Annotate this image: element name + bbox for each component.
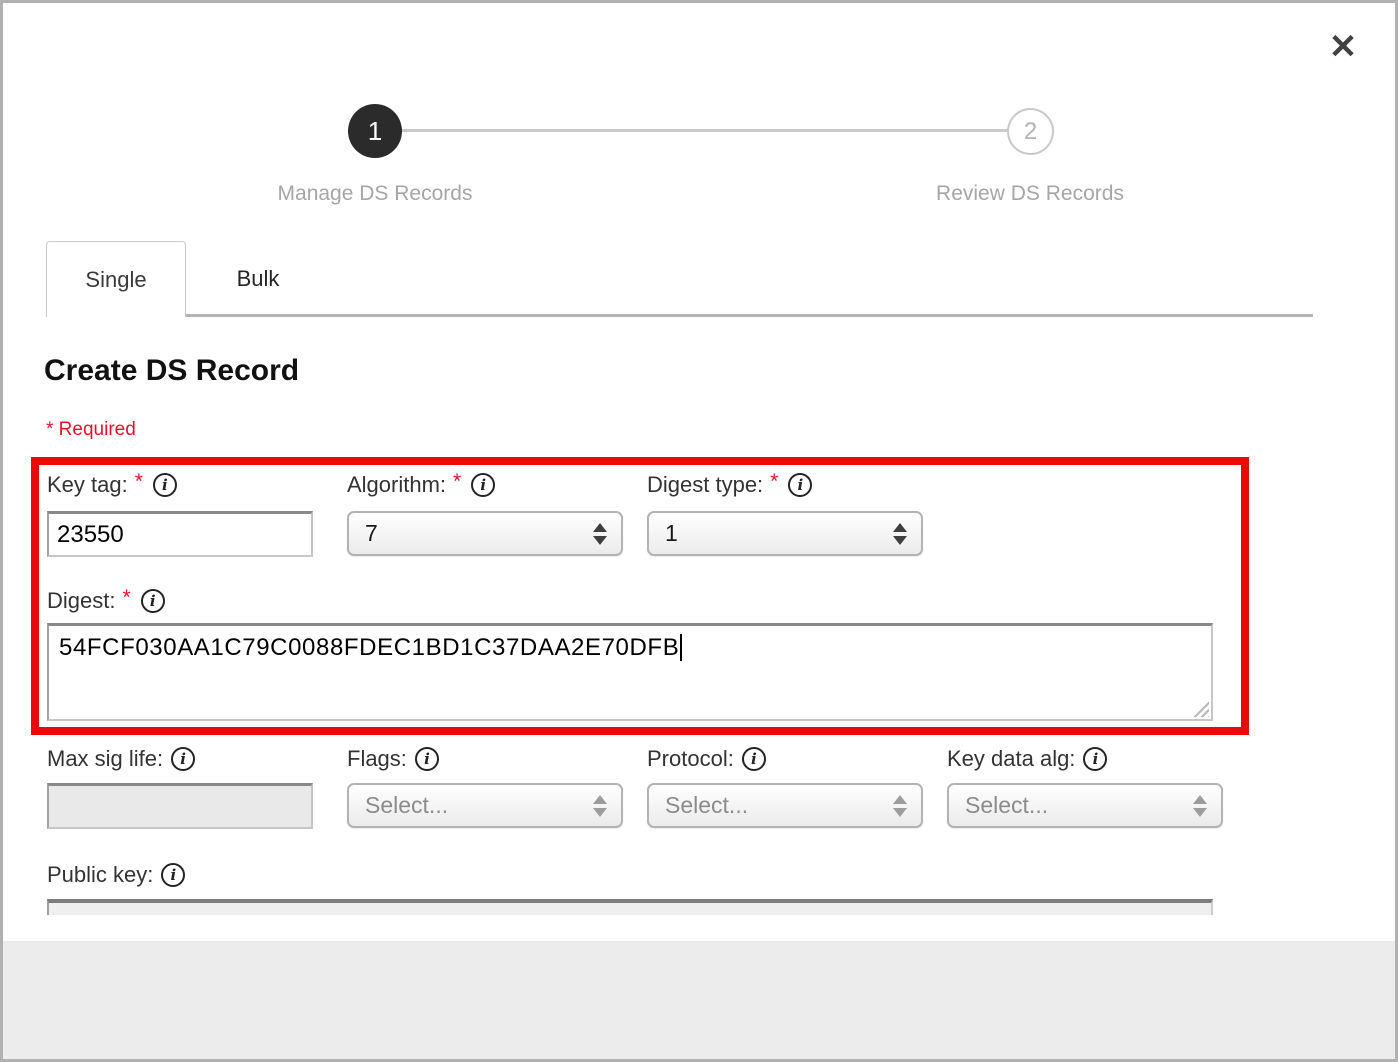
flags-label-text: Flags: [347, 746, 407, 772]
digest-value: 54FCF030AA1C79C0088FDEC1BD1C37DAA2E70DFB [59, 634, 679, 661]
text-cursor [680, 634, 682, 661]
key-data-alg-label: Key data alg: i [947, 745, 1107, 773]
page-title: Create DS Record [44, 354, 299, 388]
step-2-indicator: 2 [1007, 108, 1054, 155]
dialog-footer: Cancel Back Next [3, 941, 1395, 1062]
key-tag-input[interactable] [47, 511, 313, 557]
flags-select-value: Select... [365, 792, 448, 819]
resize-grip-icon[interactable] [1192, 700, 1209, 717]
stepper-connector-line [401, 129, 1009, 132]
digest-type-label-text: Digest type: [647, 472, 763, 498]
required-note: * Required [46, 419, 136, 441]
protocol-select[interactable]: Select... [647, 783, 923, 828]
step-1-indicator: 1 [348, 104, 402, 158]
algorithm-select-value: 7 [365, 520, 378, 547]
required-asterisk: * [122, 586, 130, 610]
key-data-alg-select-value: Select... [965, 792, 1048, 819]
info-icon[interactable]: i [161, 863, 185, 887]
close-icon[interactable]: ✕ [1321, 25, 1365, 69]
key-data-alg-label-text: Key data alg: [947, 746, 1075, 772]
info-icon[interactable]: i [1083, 747, 1107, 771]
info-icon[interactable]: i [415, 747, 439, 771]
tab-bottom-border [185, 314, 1313, 317]
protocol-label: Protocol: i [647, 745, 766, 773]
public-key-label: Public key: i [47, 861, 185, 889]
public-key-label-text: Public key: [47, 862, 153, 888]
digest-type-label: Digest type: * i [647, 471, 812, 499]
key-tag-label: Key tag: * i [47, 471, 177, 499]
info-icon[interactable]: i [171, 747, 195, 771]
select-stepper-arrows-icon [593, 523, 607, 545]
digest-textarea[interactable]: 54FCF030AA1C79C0088FDEC1BD1C37DAA2E70DFB [47, 623, 1213, 721]
step-2-label: Review DS Records [870, 182, 1190, 206]
flags-select[interactable]: Select... [347, 783, 623, 828]
max-sig-life-label: Max sig life: i [47, 745, 195, 773]
select-stepper-arrows-icon [893, 795, 907, 817]
max-sig-life-input[interactable] [47, 783, 313, 829]
flags-label: Flags: i [347, 745, 439, 773]
info-icon[interactable]: i [153, 473, 177, 497]
algorithm-label-text: Algorithm: [347, 472, 446, 498]
required-asterisk: * [770, 470, 778, 494]
step-1-label: Manage DS Records [215, 182, 535, 206]
info-icon[interactable]: i [471, 473, 495, 497]
info-icon[interactable]: i [788, 473, 812, 497]
digest-type-select-value: 1 [665, 520, 678, 547]
info-icon[interactable]: i [742, 747, 766, 771]
digest-label-text: Digest: [47, 588, 115, 614]
required-asterisk: * [453, 470, 461, 494]
key-data-alg-select[interactable]: Select... [947, 783, 1223, 828]
required-asterisk: * [135, 470, 143, 494]
tab-single[interactable]: Single [46, 241, 186, 317]
create-ds-record-dialog: ✕ 1 2 Manage DS Records Review DS Record… [0, 0, 1398, 1062]
select-stepper-arrows-icon [593, 795, 607, 817]
max-sig-life-label-text: Max sig life: [47, 746, 163, 772]
digest-label: Digest: * i [47, 587, 165, 615]
select-stepper-arrows-icon [893, 523, 907, 545]
info-icon[interactable]: i [141, 589, 165, 613]
protocol-select-value: Select... [665, 792, 748, 819]
public-key-textarea[interactable] [47, 899, 1213, 915]
digest-type-select[interactable]: 1 [647, 511, 923, 556]
protocol-label-text: Protocol: [647, 746, 734, 772]
algorithm-select[interactable]: 7 [347, 511, 623, 556]
algorithm-label: Algorithm: * i [347, 471, 495, 499]
tab-bulk[interactable]: Bulk [208, 241, 308, 317]
key-tag-label-text: Key tag: [47, 472, 128, 498]
select-stepper-arrows-icon [1193, 795, 1207, 817]
